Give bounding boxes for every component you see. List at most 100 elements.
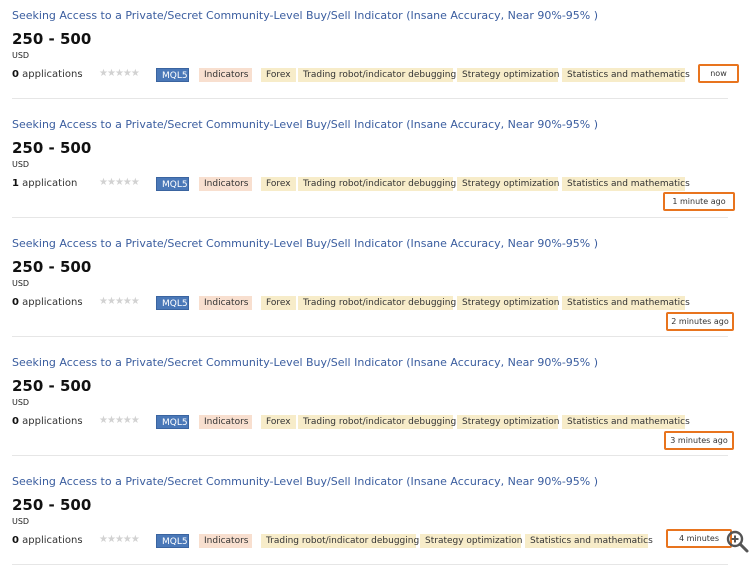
- applications-label: application: [22, 178, 78, 189]
- applications-count: 1 application: [12, 178, 77, 189]
- job-price: 250 - 500: [12, 496, 92, 514]
- job-meta: 0 applications ★★★★★ MQL5 Indicators For…: [12, 67, 728, 83]
- star-icon: ★: [122, 68, 132, 79]
- rating-stars: ★★★★★: [99, 296, 140, 307]
- posted-time: 1 minute ago: [663, 192, 735, 211]
- rating-stars: ★★★★★: [99, 534, 140, 545]
- tag-mql5[interactable]: MQL5: [156, 177, 189, 191]
- applications-count: 0 applications: [12, 416, 83, 427]
- tag-strategy-optimization[interactable]: Strategy optimization: [457, 415, 559, 429]
- star-icon: ★: [130, 177, 140, 188]
- job-title-link[interactable]: Seeking Access to a Private/Secret Commu…: [12, 9, 598, 22]
- star-icon: ★: [130, 534, 140, 545]
- star-icon: ★: [122, 534, 132, 545]
- tag-forex[interactable]: Forex: [261, 415, 296, 429]
- tag-strategy-optimization[interactable]: Strategy optimization: [420, 534, 522, 548]
- tag-forex[interactable]: Forex: [261, 296, 296, 310]
- star-icon: ★: [114, 534, 124, 545]
- star-icon: ★: [99, 415, 108, 426]
- posted-time: 2 minutes ago: [666, 312, 734, 331]
- tag-robot-debugging[interactable]: Trading robot/indicator debugging: [298, 415, 456, 429]
- star-icon: ★: [99, 296, 108, 307]
- tag-indicators[interactable]: Indicators: [199, 415, 252, 429]
- star-icon: ★: [114, 415, 124, 426]
- applications-label: applications: [22, 69, 83, 80]
- star-icon: ★: [122, 296, 132, 307]
- applications-number: 0: [12, 297, 19, 308]
- tag-robot-debugging[interactable]: Trading robot/indicator debugging: [298, 68, 456, 82]
- job-title-link[interactable]: Seeking Access to a Private/Secret Commu…: [12, 118, 598, 131]
- star-icon: ★: [106, 415, 116, 426]
- tag-mql5[interactable]: MQL5: [156, 534, 189, 548]
- applications-count: 0 applications: [12, 535, 83, 546]
- star-icon: ★: [122, 177, 132, 188]
- job-currency: USD: [12, 517, 30, 526]
- star-icon: ★: [106, 534, 116, 545]
- star-icon: ★: [130, 68, 140, 79]
- applications-number: 1: [12, 178, 19, 189]
- tag-statistics[interactable]: Statistics and mathematics: [562, 68, 690, 82]
- tag-indicators[interactable]: Indicators: [199, 296, 252, 310]
- star-icon: ★: [130, 296, 140, 307]
- job-title-link[interactable]: Seeking Access to a Private/Secret Commu…: [12, 356, 598, 369]
- applications-count: 0 applications: [12, 69, 83, 80]
- applications-label: applications: [22, 416, 83, 427]
- tag-mql5[interactable]: MQL5: [156, 296, 189, 310]
- zoom-in-icon[interactable]: [724, 528, 750, 554]
- tag-indicators[interactable]: Indicators: [199, 534, 252, 548]
- tag-indicators[interactable]: Indicators: [199, 68, 252, 82]
- job-currency: USD: [12, 279, 30, 288]
- tag-indicators[interactable]: Indicators: [199, 177, 252, 191]
- tag-robot-debugging[interactable]: Trading robot/indicator debugging: [298, 296, 456, 310]
- job-item: Seeking Access to a Private/Secret Commu…: [12, 109, 735, 218]
- tag-forex[interactable]: Forex: [261, 68, 296, 82]
- rating-stars: ★★★★★: [99, 415, 140, 426]
- tag-strategy-optimization[interactable]: Strategy optimization: [457, 68, 559, 82]
- star-icon: ★: [99, 177, 108, 188]
- job-item: Seeking Access to a Private/Secret Commu…: [12, 347, 734, 456]
- job-item: Seeking Access to a Private/Secret Commu…: [12, 228, 734, 337]
- tag-statistics[interactable]: Statistics and mathematics: [562, 415, 690, 429]
- star-icon: ★: [122, 415, 132, 426]
- job-price: 250 - 500: [12, 30, 92, 48]
- star-icon: ★: [114, 177, 124, 188]
- tag-statistics[interactable]: Statistics and mathematics: [525, 534, 653, 548]
- tag-robot-debugging[interactable]: Trading robot/indicator debugging: [261, 534, 419, 548]
- tag-strategy-optimization[interactable]: Strategy optimization: [457, 296, 559, 310]
- tag-robot-debugging[interactable]: Trading robot/indicator debugging: [298, 177, 456, 191]
- tag-statistics[interactable]: Statistics and mathematics: [562, 296, 690, 310]
- applications-number: 0: [12, 535, 19, 546]
- applications-number: 0: [12, 69, 19, 80]
- job-meta: 0 applications ★★★★★ MQL5 Indicators Tra…: [12, 533, 728, 549]
- tag-mql5[interactable]: MQL5: [156, 415, 189, 429]
- star-icon: ★: [106, 296, 116, 307]
- star-icon: ★: [130, 415, 140, 426]
- job-item: Seeking Access to a Private/Secret Commu…: [12, 466, 732, 565]
- tag-forex[interactable]: Forex: [261, 177, 296, 191]
- applications-count: 0 applications: [12, 297, 83, 308]
- job-meta: 0 applications ★★★★★ MQL5 Indicators For…: [12, 414, 728, 430]
- job-title-link[interactable]: Seeking Access to a Private/Secret Commu…: [12, 237, 598, 250]
- star-icon: ★: [99, 68, 108, 79]
- star-icon: ★: [99, 534, 108, 545]
- star-icon: ★: [114, 68, 124, 79]
- job-title-link[interactable]: Seeking Access to a Private/Secret Commu…: [12, 475, 598, 488]
- star-icon: ★: [106, 177, 116, 188]
- posted-time: 3 minutes ago: [664, 431, 734, 450]
- applications-number: 0: [12, 416, 19, 427]
- job-price: 250 - 500: [12, 377, 92, 395]
- freelance-job-list: Seeking Access to a Private/Secret Commu…: [0, 0, 750, 578]
- star-icon: ★: [114, 296, 124, 307]
- job-meta: 1 application ★★★★★ MQL5 Indicators Fore…: [12, 176, 728, 192]
- posted-time: now: [698, 64, 739, 83]
- tag-statistics[interactable]: Statistics and mathematics: [562, 177, 690, 191]
- applications-label: applications: [22, 297, 83, 308]
- tag-strategy-optimization[interactable]: Strategy optimization: [457, 177, 559, 191]
- job-item: Seeking Access to a Private/Secret Commu…: [12, 0, 739, 99]
- tag-mql5[interactable]: MQL5: [156, 68, 189, 82]
- job-price: 250 - 500: [12, 139, 92, 157]
- job-currency: USD: [12, 160, 30, 169]
- rating-stars: ★★★★★: [99, 177, 140, 188]
- star-icon: ★: [106, 68, 116, 79]
- applications-label: applications: [22, 535, 83, 546]
